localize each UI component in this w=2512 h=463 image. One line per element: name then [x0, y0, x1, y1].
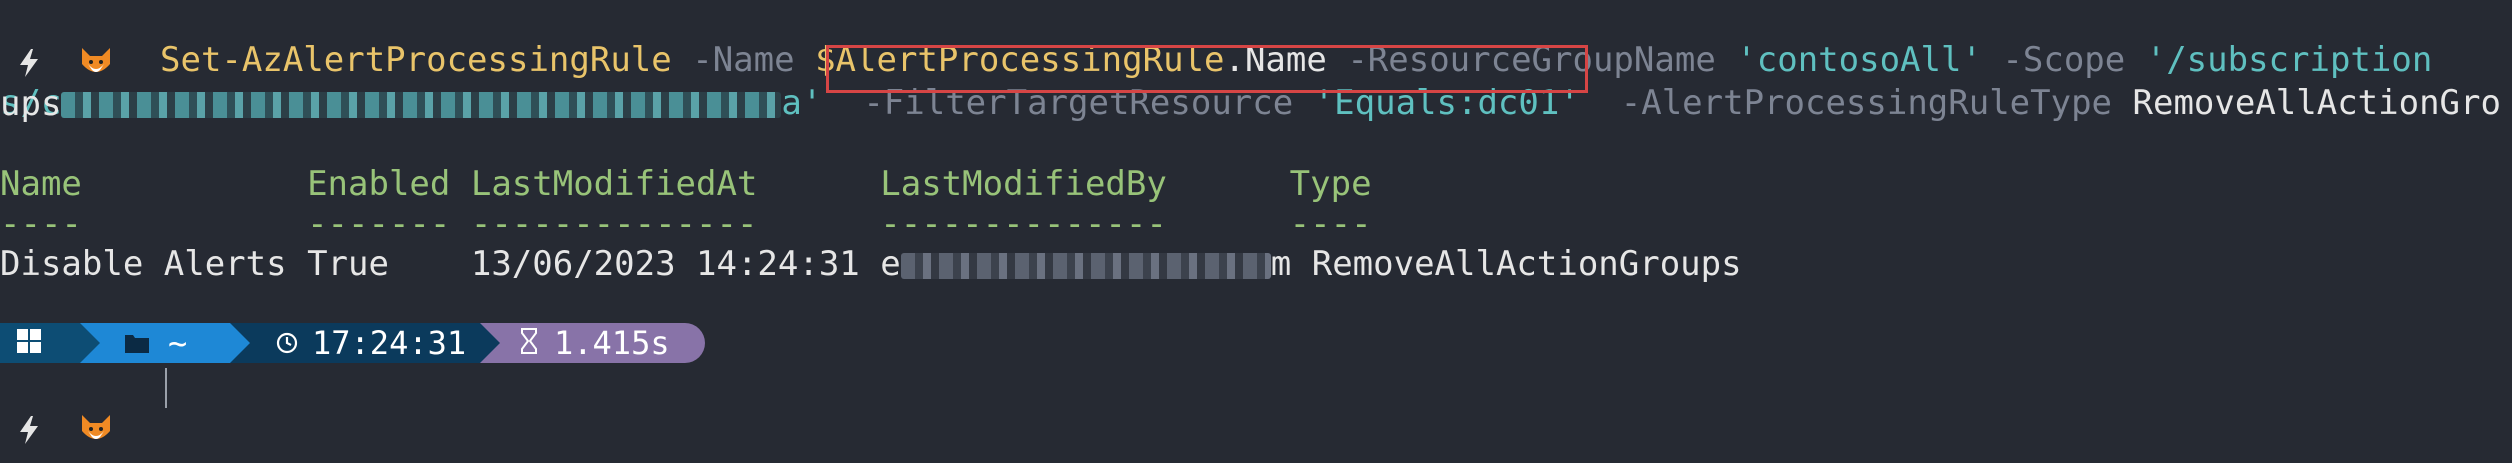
col-header-enabled: Enabled	[307, 164, 451, 204]
lightning-icon	[18, 414, 40, 444]
col-header-lastmodifiedby: LastModifiedBy	[880, 164, 1167, 204]
table-row: Disable Alerts True 13/06/2023 14:24:31 …	[0, 244, 1742, 284]
path-label: ~	[168, 324, 188, 362]
param-rule-type: -AlertProcessingRuleType	[1620, 83, 2113, 123]
command-line-3: ups	[0, 84, 61, 124]
command-line-1: Set-AzAlertProcessingRule -Name $AlertPr…	[0, 0, 2432, 80]
col-header-type: Type	[1289, 164, 1372, 204]
col-sep-name: ----	[0, 204, 82, 244]
input-prompt	[0, 367, 114, 444]
cell-modified-at: 13/06/2023 14:24:31	[470, 244, 860, 284]
text-cursor[interactable]	[165, 368, 167, 408]
col-sep-lastmodifiedby: --------------	[880, 204, 1167, 244]
fox-icon	[78, 413, 114, 445]
redacted-email	[900, 252, 1271, 279]
cell-enabled: True	[307, 244, 389, 284]
cell-modified-by-start: e	[880, 244, 901, 284]
scope-value-end: a'	[781, 83, 823, 123]
col-header-lastmodifiedat: LastModifiedAt	[470, 164, 758, 204]
hourglass-icon	[520, 324, 538, 362]
redacted-scope	[61, 91, 782, 118]
rule-type-value: RemoveAllActionGro	[2132, 83, 2501, 123]
col-header-name: Name	[0, 164, 82, 204]
col-sep-enabled: -------	[307, 204, 451, 244]
cell-modified-by-end: m	[1270, 244, 1292, 284]
duration-segment: 1.415s	[480, 323, 705, 363]
table-header-row: Name Enabled LastModifiedAt LastModified…	[0, 164, 1372, 204]
windows-icon	[16, 324, 42, 362]
clock-icon	[276, 324, 298, 362]
rule-type-value-wrap: ups	[0, 84, 62, 124]
prompt-status-bar: ~ 17:24:31 1.415s	[0, 323, 705, 363]
highlight-box	[826, 45, 1588, 93]
duration-label: 1.415s	[554, 324, 670, 362]
table-separator-row: ---- ------- -------------- ------------…	[0, 204, 1372, 244]
folder-icon	[124, 324, 150, 362]
col-sep-lastmodifiedat: --------------	[470, 204, 758, 244]
os-segment	[0, 323, 100, 363]
time-label: 17:24:31	[312, 324, 467, 362]
time-segment: 17:24:31	[230, 323, 500, 363]
cell-name: Disable Alerts	[0, 244, 287, 284]
path-segment: ~	[80, 323, 250, 363]
cell-type: RemoveAllActionGroups	[1311, 244, 1742, 284]
col-sep-type: ----	[1289, 204, 1372, 244]
